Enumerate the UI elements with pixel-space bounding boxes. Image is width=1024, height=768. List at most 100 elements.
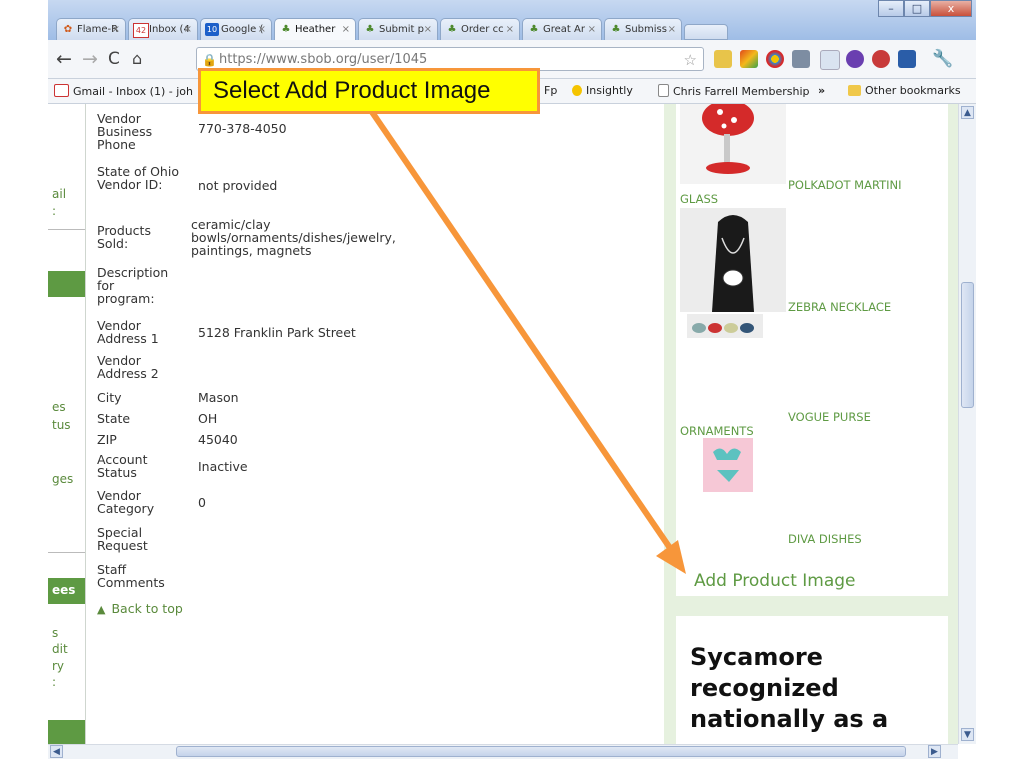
tab-flame[interactable]: ✿ Flame-R × bbox=[56, 18, 126, 40]
field-value: 770-378-4050 bbox=[198, 121, 287, 136]
extension-icon[interactable] bbox=[846, 50, 864, 68]
sbob-icon: ♣ bbox=[529, 24, 539, 35]
divider bbox=[48, 552, 85, 553]
star-icon[interactable]: ☆ bbox=[684, 48, 697, 70]
scroll-up-icon[interactable]: ▲ bbox=[961, 106, 974, 119]
close-icon[interactable]: × bbox=[112, 19, 120, 40]
back-icon[interactable]: ← bbox=[56, 48, 72, 70]
tab-heather[interactable]: ♣ Heather × bbox=[274, 18, 356, 40]
sbob-icon: ♣ bbox=[365, 24, 375, 35]
close-icon[interactable]: × bbox=[342, 19, 350, 40]
minimize-icon[interactable]: – bbox=[878, 0, 904, 17]
field-label: Vendor Business Phone bbox=[97, 111, 153, 152]
extension-icon[interactable] bbox=[766, 50, 784, 68]
sbob-icon: ♣ bbox=[447, 24, 457, 35]
lightbulb-icon bbox=[572, 85, 582, 96]
new-tab-button[interactable] bbox=[684, 24, 728, 40]
product-label-glass[interactable]: GLASS bbox=[680, 192, 718, 206]
extension-icon[interactable] bbox=[740, 50, 758, 68]
scroll-thumb[interactable] bbox=[961, 282, 974, 408]
field-value: Inactive bbox=[198, 459, 248, 474]
field-label: State of Ohio Vendor ID: bbox=[97, 164, 179, 192]
forward-icon[interactable]: → bbox=[82, 48, 98, 70]
horizontal-scrollbar[interactable]: ◀ ▶ bbox=[48, 744, 958, 759]
left-sidebar: ail : es tus ges ees s dit ry : bbox=[48, 104, 86, 744]
news-headline[interactable]: Sycamore recognized nationally as a bbox=[690, 642, 940, 735]
extension-icon[interactable] bbox=[820, 50, 840, 70]
sidebar-fragment[interactable]: es bbox=[52, 400, 66, 414]
close-icon[interactable]: × bbox=[184, 19, 192, 40]
extension-icon[interactable] bbox=[872, 50, 890, 68]
field-label: ZIP bbox=[97, 432, 117, 447]
extension-icon[interactable] bbox=[898, 50, 916, 68]
close-icon[interactable]: × bbox=[506, 19, 514, 40]
product-label-polkadot[interactable]: POLKADOT MARTINI bbox=[788, 178, 902, 192]
sidebar-fragment[interactable]: dit bbox=[52, 642, 68, 656]
product-label-zebra[interactable]: ZEBRA NECKLACE bbox=[788, 300, 891, 314]
close-icon[interactable]: × bbox=[424, 19, 432, 40]
browser-window: ✿ Flame-R × 42 Inbox (4 × 10 Google ( × … bbox=[48, 0, 976, 768]
field-label: Vendor Address 1 bbox=[97, 318, 159, 346]
product-label-ornaments[interactable]: ORNAMENTS bbox=[680, 424, 754, 438]
martini-glass-icon bbox=[702, 104, 754, 174]
product-list: POLKADOT MARTINI GLASS ZEBRA NECKLACE VO… bbox=[676, 104, 948, 596]
flame-icon: ✿ bbox=[63, 24, 73, 35]
tab-order[interactable]: ♣ Order cc × bbox=[440, 18, 520, 40]
product-label-vogue-purse[interactable]: VOGUE PURSE bbox=[788, 410, 871, 424]
tab-strip: ✿ Flame-R × 42 Inbox (4 × 10 Google ( × … bbox=[48, 0, 976, 40]
product-image-martini[interactable] bbox=[680, 104, 786, 184]
product-image-diva-dishes[interactable] bbox=[703, 438, 753, 492]
scroll-right-icon[interactable]: ▶ bbox=[928, 745, 941, 758]
tab-submission[interactable]: ♣ Submiss × bbox=[604, 18, 682, 40]
close-window-icon[interactable]: x bbox=[930, 0, 972, 17]
home-icon[interactable]: ⌂ bbox=[132, 48, 142, 70]
add-product-image-link[interactable]: Add Product Image bbox=[694, 571, 856, 591]
necklace-bust-icon bbox=[712, 215, 754, 312]
sidebar-fragment[interactable]: ry bbox=[52, 659, 64, 673]
field-label: Vendor Category bbox=[97, 488, 155, 516]
product-image-vogue-purse[interactable] bbox=[687, 314, 763, 338]
purse-icon bbox=[692, 323, 754, 333]
field-label: City bbox=[97, 390, 122, 405]
close-icon[interactable]: × bbox=[668, 19, 676, 40]
wrench-icon[interactable]: 🔧 bbox=[932, 48, 953, 70]
bookmark-fp[interactable]: Fp bbox=[544, 84, 557, 97]
page-icon bbox=[658, 84, 669, 97]
sidebar-fragment[interactable]: ges bbox=[52, 472, 73, 486]
bookmark-overflow-chevron[interactable]: » bbox=[818, 84, 825, 97]
sidebar-fragment[interactable]: : bbox=[52, 675, 56, 689]
maximize-icon[interactable]: □ bbox=[904, 0, 930, 17]
field-label: Description for program: bbox=[97, 265, 169, 306]
product-label-diva-dishes[interactable]: DIVA DISHES bbox=[788, 532, 862, 546]
tab-submit[interactable]: ♣ Submit p × bbox=[358, 18, 438, 40]
scroll-left-icon[interactable]: ◀ bbox=[50, 745, 63, 758]
sidebar-fragment[interactable]: ail bbox=[52, 187, 66, 201]
scroll-down-icon[interactable]: ▼ bbox=[961, 728, 974, 741]
tab-google-calendar[interactable]: 10 Google ( × bbox=[200, 18, 272, 40]
sidebar-fragment[interactable]: s bbox=[52, 626, 58, 640]
sidebar-fragment[interactable]: tus bbox=[52, 418, 71, 432]
extension-icon[interactable] bbox=[792, 50, 810, 68]
close-icon[interactable]: × bbox=[258, 19, 266, 40]
sidebar-green-header bbox=[48, 720, 85, 744]
field-label: Vendor Address 2 bbox=[97, 353, 159, 381]
bookmark-gmail[interactable]: Gmail - Inbox (1) - joh bbox=[54, 84, 193, 98]
sidebar-fragment[interactable]: : bbox=[52, 204, 56, 218]
product-image-zebra-necklace[interactable] bbox=[680, 208, 786, 312]
vertical-scrollbar[interactable]: ▲ ▼ bbox=[958, 104, 976, 744]
scroll-thumb[interactable] bbox=[176, 746, 906, 757]
close-icon[interactable]: × bbox=[588, 19, 596, 40]
tab-inbox[interactable]: 42 Inbox (4 × bbox=[128, 18, 198, 40]
tab-great[interactable]: ♣ Great Ar × bbox=[522, 18, 602, 40]
field-label: Staff Comments bbox=[97, 562, 165, 590]
bookmark-other[interactable]: Other bookmarks bbox=[848, 84, 961, 97]
back-to-top-link[interactable]: ▲ Back to top bbox=[97, 601, 183, 616]
field-value: not provided bbox=[198, 178, 278, 193]
bookmark-insightly[interactable]: Insightly bbox=[572, 84, 633, 97]
field-value: OH bbox=[198, 411, 218, 426]
sidebar-green-header: ees bbox=[48, 578, 85, 604]
bookmark-chris-farrell[interactable]: Chris Farrell Membership bbox=[658, 84, 810, 98]
extension-icon[interactable] bbox=[714, 50, 732, 68]
sbob-icon: ♣ bbox=[611, 24, 621, 35]
reload-icon[interactable]: C bbox=[108, 48, 120, 70]
